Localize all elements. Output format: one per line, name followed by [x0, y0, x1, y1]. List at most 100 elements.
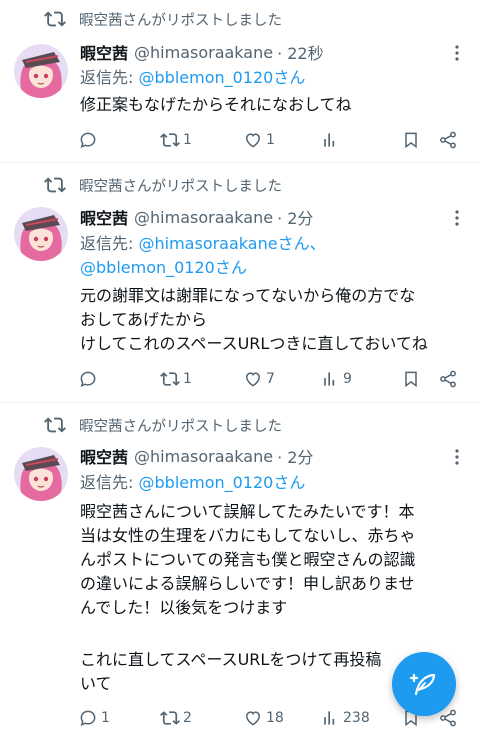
repost-indicator: 暇空茜さんがリポストしました: [44, 8, 282, 30]
retweet-button[interactable]: 1: [160, 366, 192, 392]
tweet-text-line: んでした！以後気をつけます: [80, 598, 288, 617]
user-handle[interactable]: @himasoraakane: [134, 208, 273, 227]
retweet-count: 2: [183, 710, 192, 726]
retweet-button[interactable]: 2: [160, 705, 192, 731]
like-button[interactable]: 7: [243, 366, 275, 392]
bookmark-button[interactable]: [401, 366, 421, 392]
bookmark-button[interactable]: [401, 127, 421, 153]
share-icon: [440, 131, 456, 149]
display-name[interactable]: 暇空茜: [80, 40, 128, 64]
reply-icon: [80, 710, 96, 726]
tweet-text-line: の違いによる誤解らしいです！申し訳ありませ: [80, 574, 415, 593]
reply-mention-link[interactable]: @himasoraakane: [139, 234, 278, 253]
timestamp[interactable]: · 2分: [277, 205, 313, 229]
reply-mention-link[interactable]: @bblemon_0120: [80, 258, 215, 277]
reply-mention-suffix[interactable]: さん: [273, 473, 305, 492]
like-count: 18: [266, 710, 284, 726]
display-name[interactable]: 暇空茜: [80, 205, 128, 229]
tweet-text-line: んポストについての発言も僕と暇空さんの認識: [80, 550, 416, 569]
reply-to-line: 返信先: @himasoraakaneさん、: [80, 232, 326, 256]
repost-indicator: 暇空茜さんがリポストしました: [44, 174, 282, 196]
reply-to-label: 返信先:: [80, 473, 134, 492]
tweet-1[interactable]: 暇空茜さんがリポストしました 暇空茜 @himasoraakane · 22秒 …: [0, 0, 480, 162]
bookmark-icon: [405, 371, 417, 388]
action-bar: 1 7 9: [0, 366, 480, 392]
reply-to-label: 返信先:: [80, 68, 134, 87]
reply-to-label: 返信先:: [80, 234, 134, 253]
views-chart-icon: [324, 133, 335, 147]
tweet-header: 暇空茜 @himasoraakane · 22秒: [80, 40, 324, 64]
more-options-icon[interactable]: [448, 44, 466, 62]
tweet-text-line: 修正案もなげたからそれになおしてね: [80, 95, 352, 114]
tweet-text-line: おしてあげたから: [80, 310, 208, 329]
heart-icon: [245, 372, 261, 387]
timestamp[interactable]: · 2分: [277, 444, 313, 468]
views-count: 9: [343, 371, 352, 387]
timestamp[interactable]: · 22秒: [277, 40, 324, 64]
heart-icon: [245, 711, 261, 726]
views-count: 238: [343, 710, 370, 726]
bookmark-icon: [405, 132, 417, 149]
reply-icon: [80, 132, 96, 148]
compose-post-button[interactable]: [392, 652, 456, 716]
like-count: 1: [266, 132, 275, 148]
reply-mention-link[interactable]: @bblemon_0120: [139, 473, 274, 492]
tweet-text-line: 暇空茜さんについて誤解してたみたいです！本: [80, 502, 415, 521]
user-handle[interactable]: @himasoraakane: [134, 43, 273, 62]
heart-icon: [245, 133, 261, 148]
share-button[interactable]: [438, 366, 458, 392]
views-button[interactable]: 238: [320, 705, 370, 731]
reply-mention-suffix[interactable]: さん、: [278, 234, 326, 253]
tweet-header: 暇空茜 @himasoraakane · 2分: [80, 444, 313, 468]
retweet-icon: [160, 372, 180, 386]
tweet-text-line: いて: [80, 674, 112, 693]
repost-text: 暇空茜さんがリポストしました: [79, 178, 282, 195]
reply-to-line: 返信先: @bblemon_0120さん: [80, 471, 305, 495]
retweet-count: 1: [183, 371, 192, 387]
like-button[interactable]: 1: [243, 127, 275, 153]
retweet-button[interactable]: 1: [160, 127, 192, 153]
reply-count: 1: [101, 710, 110, 726]
tweet-text-line: 当は女性の生理をバカにもしてないし、赤ちゃ: [80, 526, 416, 545]
display-name[interactable]: 暇空茜: [80, 444, 128, 468]
reply-icon: [80, 371, 96, 387]
reply-mention-suffix[interactable]: さん: [215, 258, 247, 277]
tweet-text-line: けしてこれのスペースURLつきに直しておいてね: [80, 334, 428, 353]
reply-button[interactable]: [78, 127, 101, 153]
compose-post-icon: [409, 673, 436, 696]
like-button[interactable]: 18: [243, 705, 284, 731]
retweet-icon: [160, 133, 180, 147]
action-bar: 1 1: [0, 127, 480, 153]
repost-text: 暇空茜さんがリポストしました: [79, 12, 282, 29]
views-chart-icon: [324, 711, 335, 725]
repost-icon: [44, 177, 66, 193]
retweet-count: 1: [183, 132, 192, 148]
more-options-icon[interactable]: [448, 448, 466, 466]
like-count: 7: [266, 371, 275, 387]
reply-button[interactable]: [78, 366, 101, 392]
reply-mention-link[interactable]: @bblemon_0120: [139, 68, 274, 87]
views-button[interactable]: [320, 127, 343, 153]
avatar[interactable]: [14, 44, 68, 98]
repost-icon: [44, 417, 66, 433]
share-icon: [440, 370, 456, 388]
share-button[interactable]: [438, 127, 458, 153]
retweet-icon: [160, 711, 180, 725]
avatar[interactable]: [14, 447, 68, 501]
repost-indicator: 暇空茜さんがリポストしました: [44, 414, 282, 436]
avatar[interactable]: [14, 207, 68, 261]
reply-mention-suffix[interactable]: さん: [273, 68, 305, 87]
repost-text: 暇空茜さんがリポストしました: [79, 418, 282, 435]
reply-button[interactable]: 1: [78, 705, 110, 731]
tweet-text-line: これに直してスペースURLをつけて再投稿: [80, 650, 382, 669]
user-handle[interactable]: @himasoraakane: [134, 447, 273, 466]
more-options-icon[interactable]: [448, 209, 466, 227]
views-chart-icon: [324, 372, 335, 386]
tweet-2[interactable]: 暇空茜さんがリポストしました 暇空茜 @himasoraakane · 2分 返…: [0, 163, 480, 402]
tweet-header: 暇空茜 @himasoraakane · 2分: [80, 205, 313, 229]
reply-to-line: 返信先: @bblemon_0120さん: [80, 66, 305, 90]
reply-to-line-2: @bblemon_0120さん: [80, 256, 247, 280]
views-button[interactable]: 9: [320, 366, 352, 392]
tweet-text-line: 元の謝罪文は謝罪になってないから俺の方でな: [80, 286, 416, 305]
repost-icon: [44, 11, 66, 27]
